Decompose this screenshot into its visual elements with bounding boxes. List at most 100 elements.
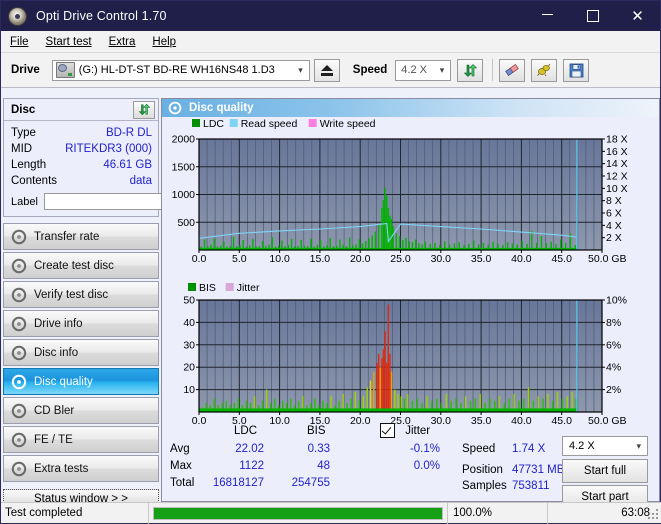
eraser-button[interactable] [499, 58, 526, 82]
sidebar-item-label: Disc quality [34, 375, 93, 388]
maximize-button[interactable] [570, 1, 615, 31]
elapsed-time: 63:08 [621, 507, 650, 519]
svg-text:20: 20 [183, 362, 195, 374]
result-speed-select[interactable]: 4.2 X ▾ [562, 436, 648, 456]
progress-bar [148, 502, 448, 524]
menu-extra[interactable]: Extra [109, 36, 136, 48]
sidebar-item-verify-test-disc[interactable]: Verify test disc [3, 281, 159, 308]
row-avg-ldc: 22.02 [235, 443, 264, 455]
menu-start-test[interactable]: Start test [46, 36, 92, 48]
row-avg-label: Avg [170, 443, 190, 455]
disc-mid-key: MID [11, 143, 33, 155]
menu-bar: File Start test Extra Help [1, 31, 660, 53]
row-total-label: Total [170, 477, 195, 489]
sidebar-item-disc-info[interactable]: Disc info [3, 339, 159, 366]
disc-icon [11, 345, 27, 361]
svg-text:0.0: 0.0 [192, 253, 207, 265]
content-area: Disc Type BD-R DL MID RITEKDR3 (000) Len… [1, 98, 661, 509]
drive-select-value: (G:) HL-DT-ST BD-RE WH16NS48 1.D3 [78, 64, 275, 76]
menu-extra-label: Extra [108, 35, 136, 48]
jitter-checkbox[interactable] [380, 423, 395, 438]
minimize-button[interactable] [525, 1, 570, 31]
sidebar-item-fe-te[interactable]: FE / TE [3, 426, 159, 453]
row-total-ldc: 16818127 [212, 477, 264, 489]
sidebar-item-cd-bler[interactable]: CD Bler [3, 397, 159, 424]
svg-text:6 X: 6 X [606, 208, 622, 220]
sidebar-item-disc-quality[interactable]: Disc quality [3, 368, 159, 395]
sidebar-item-transfer-rate[interactable]: Transfer rate [3, 223, 159, 250]
save-icon [569, 63, 584, 77]
eject-icon [320, 64, 333, 71]
bug-button[interactable] [531, 58, 558, 82]
svg-text:10%: 10% [606, 295, 627, 307]
menu-file-label: File [10, 35, 29, 48]
refresh-icon [463, 63, 478, 77]
svg-text:35.0: 35.0 [471, 253, 492, 265]
svg-text:30.0: 30.0 [431, 253, 452, 265]
refresh-button[interactable] [457, 58, 484, 82]
disc-icon [168, 101, 182, 115]
speed-select[interactable]: 4.2 X ▾ [395, 59, 452, 81]
svg-text:5.0: 5.0 [232, 253, 247, 265]
results-panel: LDC BIS Jitter Avg 22.02 0.33 -0.1% Max … [162, 422, 659, 509]
menu-help-label: Help [152, 35, 177, 48]
svg-text:1000: 1000 [172, 189, 196, 201]
svg-text:50.0 GB: 50.0 GB [588, 253, 627, 265]
disc-mid-value: RITEKDR3 (000) [65, 143, 152, 155]
col-header-bis: BIS [307, 425, 326, 437]
disc-properties: Type BD-R DL MID RITEKDR3 (000) Length 4… [4, 121, 249, 216]
disc-row-mid: MID RITEKDR3 (000) [11, 141, 152, 157]
sidebar-item-label: FE / TE [34, 433, 73, 446]
samples-value: 753811 [512, 480, 550, 492]
ldc-chart: LDC Read speed Write speed 500 1000 1500 2000 2… [162, 117, 659, 282]
disc-icon [11, 287, 27, 303]
drive-select[interactable]: (G:) HL-DT-ST BD-RE WH16NS48 1.D3 ▾ [51, 59, 310, 81]
svg-text:2 X: 2 X [606, 232, 622, 244]
row-total-bis: 254755 [291, 477, 330, 489]
svg-text:30: 30 [183, 339, 195, 351]
disc-info-group: Disc Type BD-R DL MID RITEKDR3 (000) Len… [3, 98, 249, 217]
svg-text:40.0: 40.0 [511, 253, 532, 265]
result-speed-value: 4.2 X [569, 440, 595, 452]
svg-text:40: 40 [183, 317, 195, 329]
progress-percent: 100.0% [448, 502, 548, 524]
svg-text:8 X: 8 X [606, 195, 622, 207]
save-button[interactable] [563, 58, 590, 82]
svg-text:45.0: 45.0 [551, 253, 572, 265]
svg-text:4 X: 4 X [606, 220, 622, 232]
eject-button[interactable] [313, 58, 340, 82]
svg-text:10: 10 [183, 384, 195, 396]
bis-jitter-chart-svg: BIS Jitter10203040502%4%6%8%10%0.0 5.0 10.0… [183, 282, 627, 427]
row-max-bis: 48 [317, 460, 330, 472]
row-avg-jitter: -0.1% [409, 443, 440, 455]
progress-fill [154, 507, 442, 519]
close-button[interactable]: ✕ [615, 1, 660, 31]
disc-icon [11, 461, 27, 477]
sidebar-item-drive-info[interactable]: Drive info [3, 310, 159, 337]
drive-icon [55, 62, 75, 78]
samples-label: Samples [462, 480, 507, 492]
disc-type-value: BD-R DL [105, 127, 152, 139]
resize-grip[interactable] [648, 509, 659, 520]
disc-icon [11, 432, 27, 448]
disc-contents-key: Contents [11, 175, 58, 187]
disc-icon [11, 374, 27, 390]
jitter-label: Jitter [405, 424, 431, 437]
sidebar-item-extra-tests[interactable]: Extra tests [3, 455, 159, 482]
disc-refresh-button[interactable] [133, 100, 155, 119]
panel-header: Disc quality [162, 99, 659, 117]
row-max-label: Max [170, 460, 192, 472]
sidebar-item-label: Transfer rate [34, 230, 100, 243]
disc-row-length: Length 46.61 GB [11, 157, 152, 173]
window-controls: ✕ [525, 1, 660, 31]
menu-file[interactable]: File [10, 36, 29, 48]
svg-text:1500: 1500 [172, 161, 196, 173]
svg-text:LDC: LDC [203, 118, 224, 130]
sidebar-item-create-test-disc[interactable]: Create test disc [3, 252, 159, 279]
disc-group-title: Disc [11, 103, 36, 116]
menu-help[interactable]: Help [152, 36, 176, 48]
start-full-button[interactable]: Start full [562, 459, 648, 483]
svg-text:10.0: 10.0 [269, 253, 290, 265]
progress-track [153, 506, 443, 520]
chevron-down-icon: ▾ [439, 64, 445, 75]
